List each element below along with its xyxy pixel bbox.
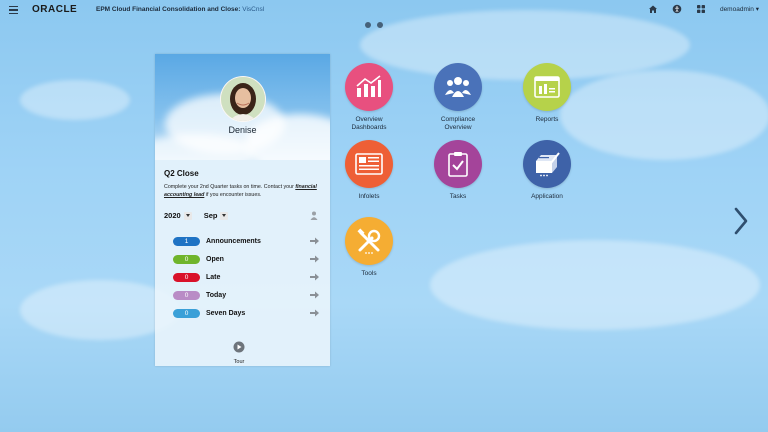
count-badge: 0 (173, 290, 200, 300)
task-label: Late (206, 273, 221, 281)
tile-circle (434, 140, 482, 188)
tile-circle (523, 63, 571, 111)
top-bar: ORACLE EPM Cloud Financial Consolidation… (0, 0, 768, 20)
task-row-today[interactable]: 0 Today (173, 286, 319, 304)
task-row-late[interactable]: 0 Late (173, 268, 319, 286)
task-label: Today (206, 291, 227, 299)
page-dot[interactable] (377, 22, 383, 28)
tile-label: Compliance Overview (440, 116, 476, 131)
task-label: Open (206, 255, 224, 263)
month-select[interactable]: Sep (204, 211, 229, 220)
chevron-down-icon (220, 211, 229, 220)
year-select[interactable]: 2020 (164, 211, 192, 220)
task-row-announcements[interactable]: 1 Announcements (173, 232, 319, 250)
welcome-panel: Denise Q2 Close Complete your 2nd Quarte… (155, 54, 330, 366)
apps-grid-icon[interactable] (696, 4, 706, 14)
tile-label: Application (531, 193, 563, 200)
page-dot[interactable] (365, 22, 371, 28)
navigator-menu-icon[interactable] (9, 6, 18, 15)
arrow-right-icon (310, 255, 319, 263)
tile-circle (345, 63, 393, 111)
application-box-icon (536, 152, 560, 177)
tile-infolets[interactable]: Infolets (335, 140, 403, 201)
tile-label: Tasks (449, 193, 467, 200)
year-value: 2020 (164, 211, 181, 220)
panel-description: Complete your 2nd Quarter tasks on time.… (164, 183, 324, 199)
count-badge: 0 (173, 254, 200, 264)
tile-overview-dashboards[interactable]: Overview Dashboards (335, 63, 403, 131)
tile-circle (345, 217, 393, 265)
accessibility-icon[interactable] (672, 4, 682, 14)
tile-compliance-overview[interactable]: Compliance Overview (424, 63, 492, 131)
tile-label: Reports (535, 116, 559, 123)
task-row-open[interactable]: 0 Open (173, 250, 319, 268)
chart-dashboard-icon (356, 75, 381, 97)
avatar (220, 76, 266, 122)
tools-icon (357, 228, 381, 254)
tile-circle (345, 140, 393, 188)
chevron-down-icon (183, 211, 192, 220)
description-text-end: if you encounter issues. (204, 192, 262, 198)
tile-circle (523, 140, 571, 188)
month-value: Sep (203, 211, 218, 220)
arrow-right-icon (310, 237, 319, 245)
top-icons: demoadmin ▾ (648, 4, 759, 14)
tile-label: Overview Dashboards (351, 116, 387, 131)
background-cloud (430, 240, 760, 330)
oracle-logo: ORACLE (32, 4, 78, 15)
tile-application[interactable]: Application (513, 140, 581, 201)
user-menu[interactable]: demoadmin ▾ (720, 5, 759, 13)
tour-label: Tour (233, 359, 245, 365)
arrow-right-icon (310, 309, 319, 317)
app-title: EPM Cloud Financial Consolidation and Cl… (96, 6, 264, 13)
background-cloud (560, 70, 768, 160)
count-badge: 0 (173, 308, 200, 318)
clipboard-check-icon (448, 152, 468, 177)
infolets-icon (355, 153, 383, 175)
task-label: Announcements (206, 237, 261, 245)
count-badge: 0 (173, 272, 200, 282)
tour-button[interactable]: Tour (233, 340, 245, 365)
panel-title: Q2 Close (164, 169, 199, 178)
tile-label: Tools (361, 270, 377, 277)
tile-circle (434, 63, 482, 111)
period-selector: 2020 Sep (164, 211, 240, 220)
tenant-name: VisCnsl (242, 6, 265, 13)
task-list: 1 Announcements 0 Open 0 Late 0 Today 0 … (173, 232, 319, 322)
play-icon (233, 341, 245, 353)
tile-tools[interactable]: Tools (335, 217, 403, 278)
tile-label: Infolets (358, 193, 380, 200)
page-indicator (365, 22, 383, 28)
background-cloud (20, 80, 130, 120)
report-icon (534, 76, 560, 98)
users-group-icon (445, 77, 471, 97)
tile-reports[interactable]: Reports (513, 63, 581, 124)
arrow-right-icon (310, 273, 319, 281)
tile-tasks[interactable]: Tasks (424, 140, 492, 201)
home-icon[interactable] (648, 4, 658, 14)
user-filter-icon[interactable] (310, 211, 318, 220)
task-row-seven-days[interactable]: 0 Seven Days (173, 304, 319, 322)
description-text: Complete your 2nd Quarter tasks on time.… (164, 184, 296, 190)
chevron-right-icon[interactable] (733, 207, 749, 235)
arrow-right-icon (310, 291, 319, 299)
count-badge: 1 (173, 236, 200, 246)
app-title-text: EPM Cloud Financial Consolidation and Cl… (96, 6, 243, 13)
task-label: Seven Days (206, 309, 246, 317)
panel-hero: Denise (155, 54, 330, 160)
user-name: Denise (228, 125, 257, 135)
